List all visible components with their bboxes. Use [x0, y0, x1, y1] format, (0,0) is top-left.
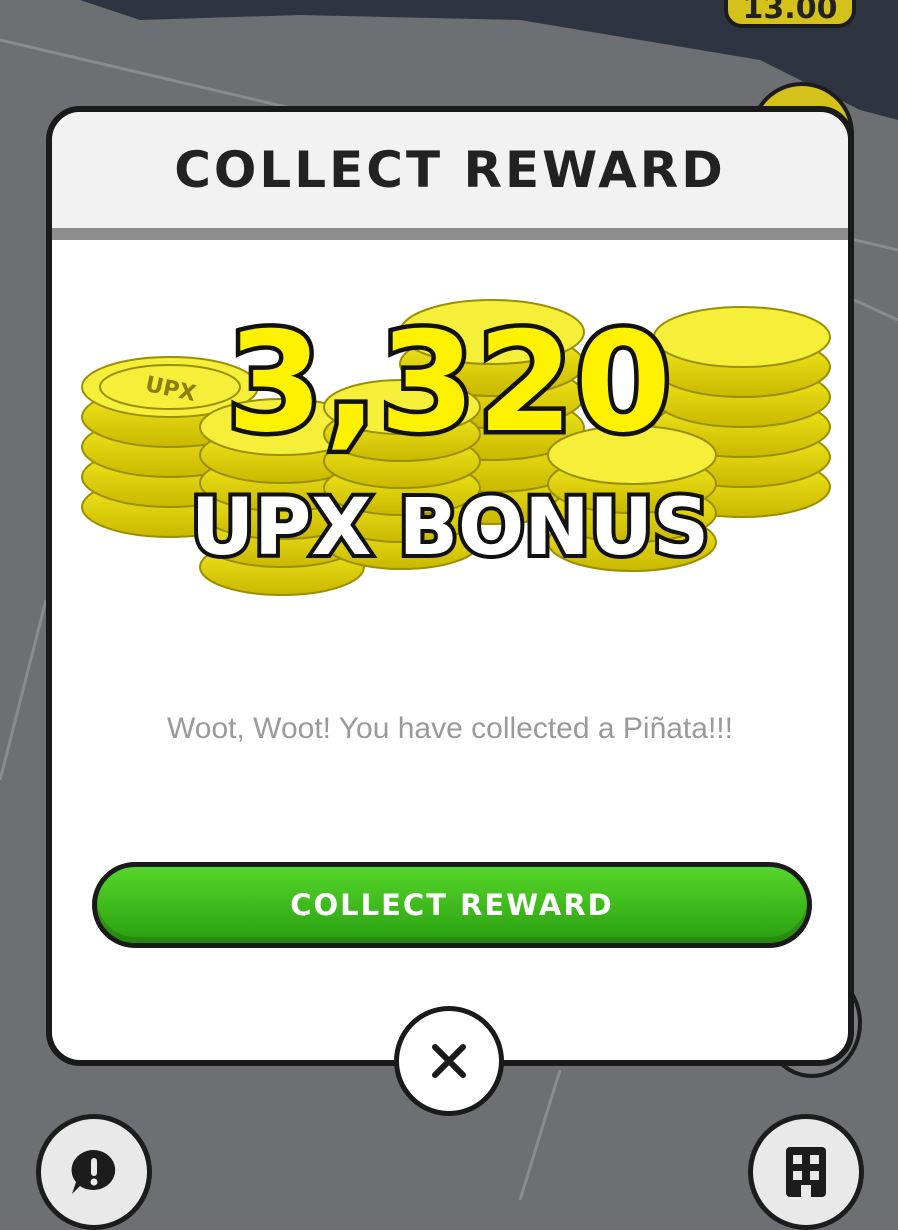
buildings-button[interactable]: [748, 1114, 864, 1230]
modal-title: COLLECT REWARD: [174, 141, 726, 199]
modal-header: COLLECT REWARD: [52, 112, 848, 240]
close-button[interactable]: [394, 1006, 504, 1116]
reward-coins-art: UPX 3,320 UPX BONUS: [81, 298, 831, 596]
reward-amount: 3,320: [227, 302, 674, 463]
close-icon: [432, 1044, 466, 1078]
collect-reward-button-label: COLLECT REWARD: [290, 888, 614, 922]
alert-chat-icon: [71, 1149, 116, 1194]
reward-message: Woot, Woot! You have collected a Piñata!…: [167, 712, 733, 745]
balance-pill[interactable]: 13.00: [724, 0, 856, 28]
collect-reward-button[interactable]: COLLECT REWARD: [92, 862, 812, 948]
balance-text: 13.00: [742, 0, 838, 26]
reward-label: UPX BONUS: [191, 483, 709, 573]
building-icon: [786, 1147, 826, 1197]
collect-reward-modal: COLLECT REWARD UPX 3,320 UPX BONUS Woot,…: [46, 106, 854, 1066]
alert-chat-button[interactable]: [36, 1114, 152, 1230]
